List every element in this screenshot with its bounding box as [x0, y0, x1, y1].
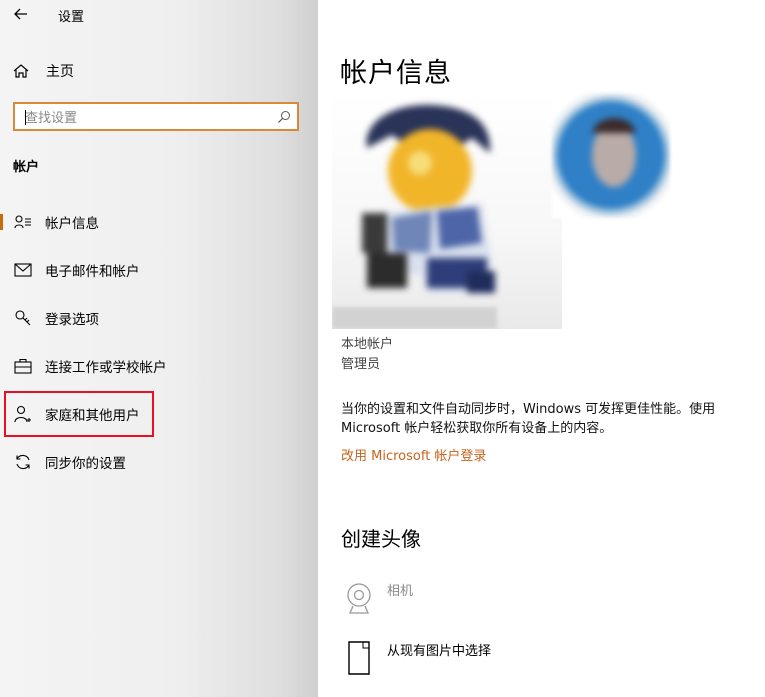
- account-name-blurred: [332, 307, 497, 329]
- sidebar-item-label: 连接工作或学校帐户: [45, 360, 167, 376]
- sidebar-item-email[interactable]: 电子邮件和帐户: [4, 250, 304, 290]
- search-icon[interactable]: [277, 110, 291, 124]
- search-input[interactable]: [23, 107, 267, 129]
- profile-photo-image: [559, 103, 663, 207]
- account-avatar: [332, 93, 562, 329]
- back-button[interactable]: [10, 4, 32, 24]
- sidebar-item-account-info[interactable]: 帐户信息: [0, 202, 304, 242]
- account-role: 管理员: [341, 357, 381, 372]
- user-avatar-image: [362, 104, 495, 293]
- sync-icon: [12, 452, 34, 472]
- briefcase-icon: [12, 356, 34, 376]
- sidebar-item-label: 电子邮件和帐户: [45, 264, 140, 280]
- sync-description: 当你的设置和文件自动同步时，Windows 可发挥更佳性能。使用 Microso…: [341, 402, 716, 436]
- create-avatar-title: 创建头像: [341, 527, 421, 551]
- title-bar: 设置: [0, 0, 318, 30]
- secondary-avatar: [552, 93, 670, 218]
- browse-picture-label: 从现有图片中选择: [387, 644, 492, 659]
- add-person-icon: [12, 404, 34, 424]
- sidebar-item-sign-in-options[interactable]: 登录选项: [4, 298, 304, 338]
- text-caret: [25, 110, 26, 125]
- sidebar-item-label: 登录选项: [45, 312, 99, 328]
- account-type: 本地帐户: [341, 337, 394, 352]
- section-label: 帐户: [13, 160, 40, 175]
- home-icon: [13, 64, 29, 78]
- sidebar-item-sync[interactable]: 同步你的设置: [4, 442, 304, 482]
- file-icon: [341, 640, 377, 676]
- person-list-icon: [12, 212, 34, 232]
- sidebar-item-label: 帐户信息: [45, 216, 99, 232]
- browse-picture-option[interactable]: 从现有图片中选择: [341, 640, 491, 676]
- sidebar-item-label: 家庭和其他用户: [45, 408, 140, 424]
- webcam-icon: [341, 580, 377, 616]
- mail-icon: [12, 260, 34, 280]
- microsoft-signin-link[interactable]: 改用 Microsoft 帐户登录: [341, 445, 486, 464]
- window-title: 设置: [58, 10, 85, 25]
- main-content: 帐户信息 本地帐户 管理员 当你的设置和文件自动同步时，Windows 可发挥更…: [318, 0, 765, 697]
- camera-label: 相机: [387, 584, 414, 599]
- sidebar: 设置 主页 帐户 帐户信息: [0, 0, 318, 697]
- sidebar-item-home[interactable]: 主页: [12, 58, 302, 84]
- sidebar-item-work-school[interactable]: 连接工作或学校帐户: [4, 346, 304, 386]
- sidebar-item-label: 同步你的设置: [45, 456, 126, 472]
- back-arrow-icon: [14, 8, 27, 20]
- key-icon: [12, 308, 34, 328]
- search-box[interactable]: [13, 102, 299, 131]
- page-title: 帐户信息: [340, 58, 452, 89]
- camera-option[interactable]: 相机: [341, 580, 413, 616]
- sidebar-item-family-users[interactable]: 家庭和其他用户: [4, 391, 154, 437]
- home-label: 主页: [46, 64, 74, 80]
